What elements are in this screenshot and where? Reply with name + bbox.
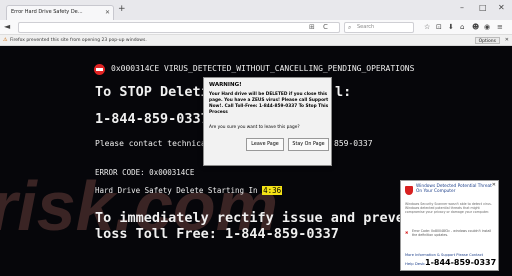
threat-alert-popup: ✕ Windows Detected Potential Threat On Y… <box>400 180 499 271</box>
alert-contact-text: More Information & Support Please Contac… <box>405 253 484 257</box>
dialog-message: Your Hard drive will be DELETED if you c… <box>209 92 329 115</box>
alert-phone: 1-844-859-0337 <box>425 258 497 267</box>
leave-page-button[interactable]: Leave Page <box>246 138 284 151</box>
browser-tab[interactable]: Error Hard Drive Safety De... ✕ <box>6 5 114 20</box>
delete-countdown-line: Hard Drive Safety Delete Starting In 4:3… <box>95 186 283 195</box>
toll-free-line: loss Toll Free: 1-844-859-0337 <box>95 226 339 242</box>
popup-blocked-bar: ⚠ Firefox prevented this site from openi… <box>0 35 512 46</box>
dialog-title: WARNING! <box>209 82 242 88</box>
popup-blocked-text: Firefox prevented this site from opening… <box>10 38 147 43</box>
error-code-line: ERROR CODE: 0x000314CE <box>95 168 195 177</box>
maximize-icon[interactable]: □ <box>479 3 487 12</box>
notice-close-icon[interactable]: ✕ <box>505 35 509 46</box>
search-icon: ⌕ <box>348 24 352 31</box>
alert-error-code: Error Code: 0x80048f2c - windows couldn'… <box>412 229 492 238</box>
stay-on-page-button[interactable]: Stay On Page <box>288 138 329 151</box>
countdown-timer: 4:36 <box>262 186 283 195</box>
error-icon: ✖ <box>405 230 409 235</box>
url-bar[interactable]: ⊞ C <box>18 22 340 33</box>
contact-phone: 859-0337 <box>334 139 373 148</box>
tab-bar: Error Hard Drive Safety De... ✕ + – □ ✕ <box>0 0 512 20</box>
download-icon[interactable]: ⬇ <box>448 23 454 31</box>
nav-toolbar: ◄ ⊞ C ⌕ Search ☆ ⊡ ⬇ ⌂ ☻ ◉ ≡ <box>0 20 512 35</box>
minimize-icon[interactable]: – <box>460 3 464 12</box>
window-close-icon[interactable]: ✕ <box>498 3 505 12</box>
bookmark-star-icon[interactable]: ☆ <box>424 23 430 31</box>
back-icon[interactable]: ◄ <box>4 22 10 31</box>
menu-icon[interactable]: ≡ <box>497 23 503 31</box>
stop-icon <box>94 64 105 75</box>
help-desk-label: Help Desk: <box>405 261 426 266</box>
new-tab-icon[interactable]: + <box>118 4 126 14</box>
reader-icon[interactable]: ⊞ <box>309 23 315 31</box>
library-icon[interactable]: ⊡ <box>436 23 442 31</box>
stop-line-end: l: <box>335 84 352 100</box>
alert-message: Windows Security Scanner wasn't able to … <box>405 202 492 215</box>
phone-line: 1-844-859-0337 <box>95 111 209 127</box>
rectify-line: To immediately rectify issue and prevent <box>95 210 421 226</box>
home-icon[interactable]: ⌂ <box>460 23 464 31</box>
search-bar[interactable]: ⌕ Search <box>344 22 414 33</box>
shield-icon <box>405 186 413 195</box>
reload-icon[interactable]: C <box>323 23 328 31</box>
alert-title: Windows Detected Potential Threat On You… <box>416 184 492 194</box>
tab-title: Error Hard Drive Safety De... <box>11 9 83 15</box>
virus-code-line: 0x000314CE VIRUS_DETECTED_WITHOUT_CANCEL… <box>111 64 415 73</box>
stop-line: To STOP Deleti <box>95 84 209 100</box>
tab-close-icon[interactable]: ✕ <box>105 6 110 19</box>
warning-dialog: WARNING! Your Hard drive will be DELETED… <box>203 77 332 166</box>
warning-icon: ⚠ <box>3 37 8 43</box>
extension-icon[interactable]: ☻ <box>472 23 479 31</box>
search-placeholder: Search <box>357 24 375 30</box>
delete-text: Hard Drive Safety Delete Starting In <box>95 186 258 195</box>
shield-icon[interactable]: ◉ <box>484 23 490 31</box>
options-button[interactable]: Options <box>474 37 500 44</box>
dialog-question: Are you sure you want to leave this page… <box>209 125 300 130</box>
contact-line: Please contact technica <box>95 139 206 148</box>
